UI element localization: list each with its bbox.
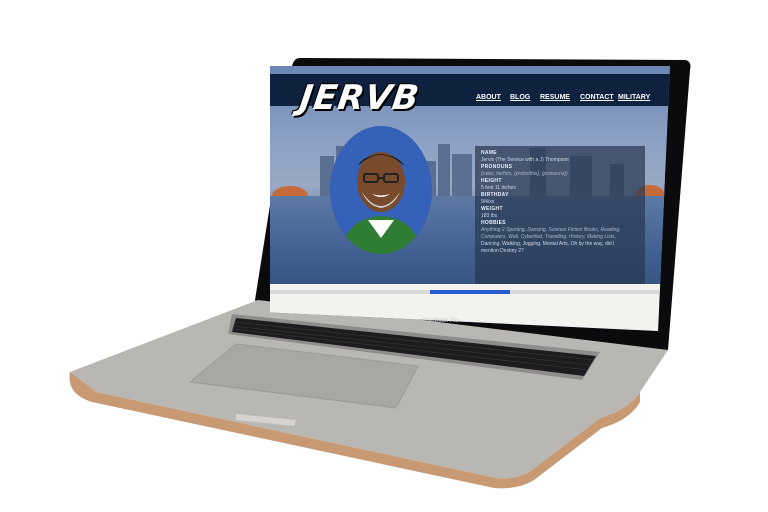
laptop-screen: JERVB ABOUT BLOG RESUME CONTACT MILITARY…: [270, 66, 670, 331]
pronouns-label: PRONOUNS: [481, 164, 513, 170]
nav-blog[interactable]: BLOG: [510, 94, 530, 101]
height-value: 5 feet 11 inches: [481, 185, 516, 191]
hobbies-value-line1: Anything 2 Sporting, Dancing, Science Fi…: [481, 227, 621, 233]
nav-military[interactable]: MILITARY: [618, 94, 650, 101]
pronouns-value: (rules, he/him, (probs/this), (pronouns)…: [481, 171, 568, 177]
hobbies-value-line4: mention Destiny 2?: [481, 248, 524, 254]
nav-contact[interactable]: CONTACT: [580, 94, 614, 101]
weight-label: WEIGHT: [481, 206, 503, 212]
site-logo[interactable]: JERVB: [297, 78, 422, 118]
site-navbar: JERVB ABOUT BLOG RESUME CONTACT MILITARY: [270, 74, 670, 118]
hobbies-value-line2: Computers, Wall, Cyberfied, Travelling, …: [481, 234, 617, 240]
progress-segment: [430, 290, 510, 294]
hobbies-label: HOBBIES: [481, 220, 506, 226]
nav-about[interactable]: ABOUT: [476, 94, 501, 101]
laptop-brand-label: MacBook Pro: [423, 318, 460, 324]
avatar-illustration: [330, 126, 432, 254]
birthday-label: BIRTHDAY: [481, 192, 509, 198]
nav-resume[interactable]: RESUME: [540, 94, 570, 101]
profile-info-panel: NAME Jervis (The Service with a J) Thomp…: [475, 146, 645, 288]
name-label: NAME: [481, 150, 497, 156]
birthday-value: 9/4/xx: [481, 199, 495, 205]
weight-value: 183 lbs: [481, 213, 498, 219]
section-progress-bar: [270, 290, 670, 294]
height-label: HEIGHT: [481, 178, 502, 184]
hobbies-value-line3: Dancing, Walking, Jogging, Mental Arts, …: [481, 241, 615, 247]
name-value: Jervis (The Service with a J) Thompson: [481, 157, 569, 163]
profile-avatar: [330, 126, 432, 254]
